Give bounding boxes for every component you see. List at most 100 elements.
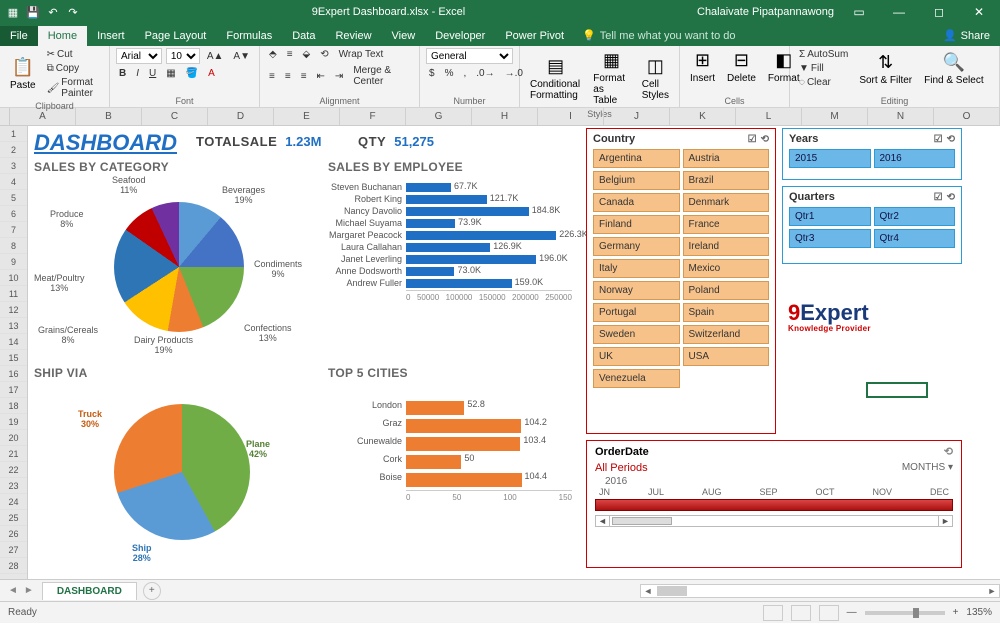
tab-formulas[interactable]: Formulas bbox=[216, 26, 282, 46]
slicer-item[interactable]: Argentina bbox=[593, 149, 680, 168]
multiselect-icon[interactable]: ☑ bbox=[934, 192, 943, 203]
row-header[interactable]: 21 bbox=[0, 446, 27, 462]
tab-view[interactable]: View bbox=[382, 26, 426, 46]
slicer-item[interactable]: Qtr4 bbox=[874, 229, 956, 248]
selected-cell[interactable] bbox=[866, 382, 928, 398]
number-format-select[interactable]: General bbox=[426, 48, 513, 64]
inc-decimal-button[interactable]: .0→ bbox=[473, 67, 497, 80]
row-header[interactable]: 5 bbox=[0, 190, 27, 206]
tab-page-layout[interactable]: Page Layout bbox=[135, 26, 217, 46]
align-top-button[interactable]: ⬘ bbox=[266, 48, 280, 61]
paste-button[interactable]: 📋Paste bbox=[6, 55, 40, 93]
row-header[interactable]: 9 bbox=[0, 254, 27, 270]
slicer-item[interactable]: Belgium bbox=[593, 171, 680, 190]
font-color-button[interactable]: A bbox=[205, 67, 218, 80]
zoom-slider[interactable] bbox=[865, 611, 945, 615]
slicer-item[interactable]: Norway bbox=[593, 281, 680, 300]
zoom-in-button[interactable]: + bbox=[953, 607, 959, 618]
timeline-scrollbar[interactable]: ◄► bbox=[595, 515, 953, 527]
tab-file[interactable]: File bbox=[0, 26, 38, 46]
timeline-unit[interactable]: MONTHS ▾ bbox=[902, 462, 953, 473]
ribbon-options-icon[interactable]: ▭ bbox=[844, 5, 874, 19]
minimize-button[interactable]: — bbox=[884, 5, 914, 19]
clear-filter-icon[interactable]: ⟲ bbox=[947, 192, 955, 203]
chart-sales-by-employee[interactable]: Steven Buchanan67.7KRobert King121.7KNan… bbox=[324, 174, 578, 360]
tab-power-pivot[interactable]: Power Pivot bbox=[495, 26, 574, 46]
chart-sales-by-category[interactable]: Seafood11% Beverages19% Condiments9% Con… bbox=[32, 174, 320, 360]
slicer-item[interactable]: Brazil bbox=[683, 171, 770, 190]
wrap-text-button[interactable]: Wrap Text bbox=[336, 48, 387, 61]
grow-font-button[interactable]: A▲ bbox=[204, 50, 227, 63]
chart-top-cities[interactable]: London52.8Graz104.2Cunewalde103.4Cork50B… bbox=[324, 382, 578, 568]
slicer-country[interactable]: Country☑⟲ ArgentinaAustriaBelgiumBrazilC… bbox=[586, 128, 776, 434]
sheet-tab-dashboard[interactable]: DASHBOARD bbox=[42, 582, 137, 600]
orientation-button[interactable]: ⟲ bbox=[317, 48, 331, 61]
zoom-level[interactable]: 135% bbox=[966, 607, 992, 618]
scroll-right-icon[interactable]: ► bbox=[985, 586, 999, 596]
conditional-formatting-button[interactable]: ▤Conditional Formatting bbox=[526, 54, 585, 103]
row-header[interactable]: 28 bbox=[0, 558, 27, 574]
clear-filter-icon[interactable]: ⟲ bbox=[947, 134, 955, 145]
select-all-button[interactable] bbox=[0, 108, 10, 125]
row-header[interactable]: 24 bbox=[0, 494, 27, 510]
slicer-item[interactable]: 2016 bbox=[874, 149, 956, 168]
slicer-item[interactable]: Venezuela bbox=[593, 369, 680, 388]
align-middle-button[interactable]: ≡ bbox=[284, 48, 296, 61]
row-header[interactable]: 10 bbox=[0, 270, 27, 286]
row-header[interactable]: 27 bbox=[0, 542, 27, 558]
column-header[interactable]: C bbox=[142, 108, 208, 125]
slicer-item[interactable]: Italy bbox=[593, 259, 680, 278]
row-header[interactable]: 16 bbox=[0, 366, 27, 382]
scroll-left-icon[interactable]: ◄ bbox=[596, 516, 610, 526]
format-as-table-button[interactable]: ▦Format as Table bbox=[589, 48, 633, 108]
column-header[interactable]: D bbox=[208, 108, 274, 125]
font-size-select[interactable]: 10 bbox=[166, 48, 200, 64]
scroll-left-icon[interactable]: ◄ bbox=[641, 586, 655, 596]
clear-filter-icon[interactable]: ⟲ bbox=[761, 134, 769, 145]
slicer-item[interactable]: Mexico bbox=[683, 259, 770, 278]
row-header[interactable]: 15 bbox=[0, 350, 27, 366]
undo-icon[interactable]: ↶ bbox=[46, 5, 60, 19]
column-header[interactable]: N bbox=[868, 108, 934, 125]
column-header[interactable]: J bbox=[604, 108, 670, 125]
clear-button[interactable]: ◌Clear bbox=[796, 76, 851, 89]
autosum-button[interactable]: ΣAutoSum bbox=[796, 48, 851, 61]
timeline-range-bar[interactable] bbox=[595, 499, 953, 511]
row-header[interactable]: 12 bbox=[0, 302, 27, 318]
close-button[interactable]: ✕ bbox=[964, 5, 994, 19]
cell-styles-button[interactable]: ◫Cell Styles bbox=[638, 54, 673, 103]
zoom-out-button[interactable]: — bbox=[847, 607, 857, 618]
align-left-button[interactable]: ≡ bbox=[266, 70, 278, 83]
row-header[interactable]: 20 bbox=[0, 430, 27, 446]
slicer-item[interactable]: Denmark bbox=[683, 193, 770, 212]
row-header[interactable]: 8 bbox=[0, 238, 27, 254]
column-header[interactable]: E bbox=[274, 108, 340, 125]
sort-filter-button[interactable]: ⇅Sort & Filter bbox=[855, 50, 916, 88]
share-button[interactable]: 👤Share bbox=[933, 25, 1000, 46]
row-header[interactable]: 17 bbox=[0, 382, 27, 398]
tab-review[interactable]: Review bbox=[325, 26, 381, 46]
slicer-item[interactable]: 2015 bbox=[789, 149, 871, 168]
chart-ship-via[interactable]: Plane42% Ship28% Truck30% bbox=[32, 382, 320, 568]
normal-view-button[interactable] bbox=[763, 605, 783, 621]
percent-button[interactable]: % bbox=[442, 67, 457, 80]
slicer-item[interactable]: Germany bbox=[593, 237, 680, 256]
format-painter-button[interactable]: 🖌Format Painter bbox=[44, 76, 103, 100]
fill-button[interactable]: ▼Fill bbox=[796, 62, 851, 75]
page-break-view-button[interactable] bbox=[819, 605, 839, 621]
slicer-item[interactable]: Switzerland bbox=[683, 325, 770, 344]
clear-filter-icon[interactable]: ⟲ bbox=[944, 445, 953, 458]
row-header[interactable]: 14 bbox=[0, 334, 27, 350]
column-header[interactable]: G bbox=[406, 108, 472, 125]
slicer-item[interactable]: Sweden bbox=[593, 325, 680, 344]
timeline-orderdate[interactable]: OrderDate⟲ All Periods MONTHS ▾ 2016 JNJ… bbox=[586, 440, 962, 568]
row-header[interactable]: 26 bbox=[0, 526, 27, 542]
indent-inc-button[interactable]: ⇥ bbox=[332, 70, 346, 83]
row-header[interactable]: 1 bbox=[0, 126, 27, 142]
merge-center-button[interactable]: Merge & Center bbox=[350, 64, 413, 88]
tab-data[interactable]: Data bbox=[282, 26, 325, 46]
row-header[interactable]: 11 bbox=[0, 286, 27, 302]
delete-cells-button[interactable]: ⊟Delete bbox=[723, 48, 760, 86]
indent-dec-button[interactable]: ⇤ bbox=[314, 70, 328, 83]
column-header[interactable]: B bbox=[76, 108, 142, 125]
